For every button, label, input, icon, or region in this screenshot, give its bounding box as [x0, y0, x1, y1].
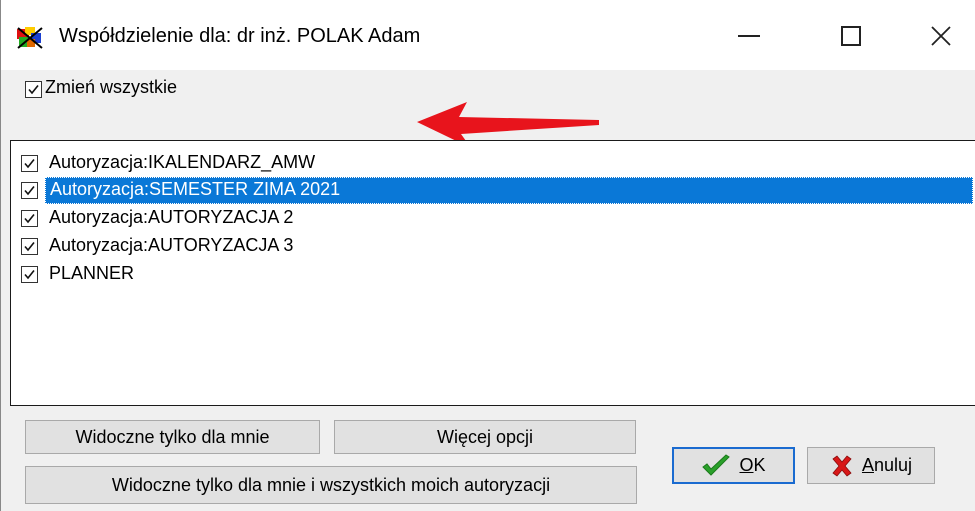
list-item-checkbox[interactable] [21, 210, 38, 227]
cancel-label: Anuluj [861, 455, 913, 475]
maximize-icon [841, 26, 861, 46]
list-item-checkbox[interactable] [21, 155, 38, 172]
visible-me-and-authorizations-button[interactable]: Widoczne tylko dla mnie i wszystkich moi… [25, 466, 637, 504]
window-title: Współdzielenie dla: dr inż. POLAK Adam [59, 25, 421, 47]
change-all-label[interactable]: Zmień wszystkie [45, 77, 177, 98]
ok-label: OK [739, 455, 766, 475]
list-item-label: Autoryzacja:AUTORYZACJA 2 [49, 207, 294, 227]
list-item-selected[interactable]: Autoryzacja:SEMESTER ZIMA 2021 [11, 177, 975, 204]
list-item[interactable]: Autoryzacja:IKALENDARZ_AMW [11, 150, 975, 177]
list-item-label: Autoryzacja:SEMESTER ZIMA 2021 [45, 177, 973, 204]
checkmark-icon [24, 242, 35, 252]
minimize-button[interactable] [721, 14, 777, 58]
list-item-label: Autoryzacja:AUTORYZACJA 3 [49, 235, 294, 255]
checkmark-icon [24, 159, 35, 169]
checkmark-icon [24, 186, 35, 196]
close-icon [931, 26, 951, 46]
list-item-checkbox[interactable] [21, 238, 38, 255]
checkmark-icon [24, 214, 35, 224]
close-button[interactable] [913, 14, 969, 58]
list-item[interactable]: Autoryzacja:AUTORYZACJA 2 [11, 205, 975, 232]
title-bar: Współdzielenie dla: dr inż. POLAK Adam [1, 0, 975, 70]
list-item-label: PLANNER [49, 263, 135, 283]
list-item-label: Autoryzacja:IKALENDARZ_AMW [49, 152, 316, 172]
list-item-checkbox[interactable] [21, 266, 38, 283]
list-item[interactable]: PLANNER [11, 261, 975, 288]
list-item-checkbox[interactable] [21, 182, 38, 199]
authorization-list[interactable]: Autoryzacja:IKALENDARZ_AMW Autoryzacja:S… [10, 140, 975, 406]
ok-button[interactable]: OK [672, 447, 795, 484]
checkmark-icon [24, 270, 35, 280]
change-all-checkbox[interactable] [25, 81, 42, 98]
visible-only-me-button[interactable]: Widoczne tylko dla mnie [25, 420, 320, 454]
button-label: Widoczne tylko dla mnie [75, 426, 270, 447]
more-options-button[interactable]: Więcej opcji [334, 420, 636, 454]
x-icon [832, 454, 852, 477]
button-label: Więcej opcji [436, 426, 534, 447]
maximize-button[interactable] [823, 14, 879, 58]
list-item[interactable]: Autoryzacja:AUTORYZACJA 3 [11, 233, 975, 260]
cancel-button[interactable]: Anuluj [807, 447, 935, 484]
minimize-icon [738, 35, 760, 37]
checkmark-icon [28, 85, 39, 95]
button-label: Widoczne tylko dla mnie i wszystkich moi… [111, 474, 551, 495]
dialog-window: Współdzielenie dla: dr inż. POLAK Adam Z… [0, 0, 975, 511]
checkmark-icon [702, 453, 731, 476]
app-icon[interactable] [15, 25, 45, 51]
